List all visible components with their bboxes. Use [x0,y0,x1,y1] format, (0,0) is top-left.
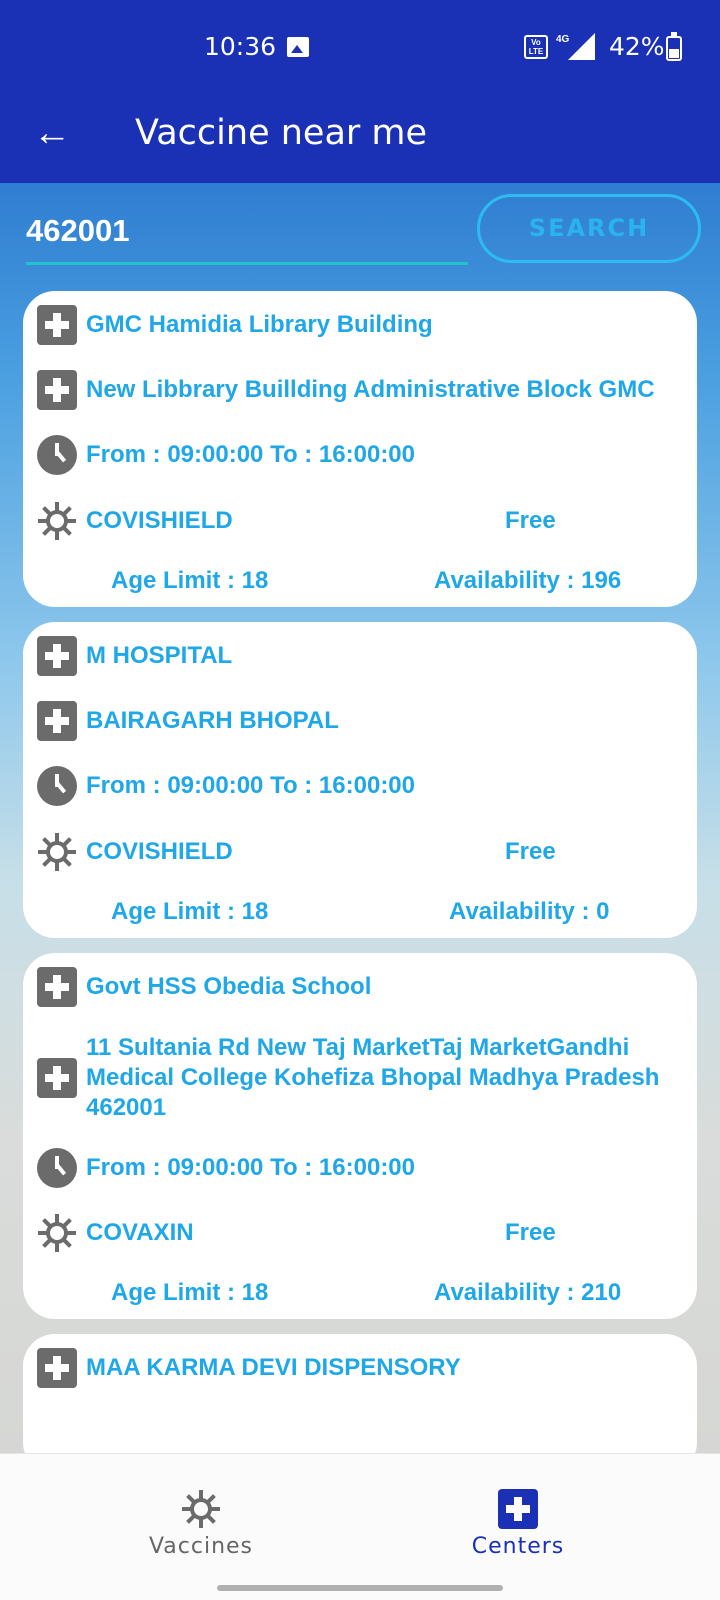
app-bar: ← Vaccine near me [0,95,720,183]
back-arrow-icon[interactable]: ← [30,113,74,157]
nav-vaccines-tab[interactable]: Vaccines [21,1454,381,1574]
availability: Availability : 210 [434,1279,622,1306]
center-card[interactable]: Govt HSS Obedia School 11 Sultania Rd Ne… [23,953,697,1319]
battery-percent: 42% [609,32,665,61]
center-name: M HOSPITAL [86,642,233,669]
virus-icon [37,1213,77,1253]
age-limit: Age Limit : 18 [111,898,269,925]
center-address: BAIRAGARH BHOPAL [86,707,339,734]
battery-icon [666,32,682,61]
center-timing: From : 09:00:00 To : 16:00:00 [86,772,416,799]
center-card[interactable]: M HOSPITAL BAIRAGARH BHOPAL From : 09:00… [23,622,697,938]
status-time: 10:36 [204,32,277,61]
volte-icon: Vo LTE [524,35,548,59]
gallery-notification-icon [287,37,309,57]
fee-type: Free [505,838,556,865]
center-name: GMC Hamidia Library Building [86,311,433,338]
vaccine-name: COVAXIN [86,1219,194,1246]
nav-centers-tab[interactable]: Centers [338,1454,698,1574]
clock-icon [37,766,77,806]
vaccine-name: COVISHIELD [86,838,233,865]
hospital-plus-icon [37,701,77,741]
hospital-plus-icon [37,967,77,1007]
hospital-plus-icon [37,305,77,345]
home-indicator[interactable] [217,1585,503,1591]
center-name: Govt HSS Obedia School [86,973,372,1000]
center-address: New Libbrary Buillding Administrative Bl… [86,376,655,403]
virus-icon [37,832,77,872]
center-address: 11 Sultania Rd New Taj MarketTaj MarketG… [86,1034,660,1121]
age-limit: Age Limit : 18 [111,1279,269,1306]
center-card[interactable]: MAA KARMA DEVI DISPENSORY [23,1334,697,1453]
availability: Availability : 196 [434,567,622,594]
page-title: Vaccine near me [135,113,428,153]
nav-vaccines-label: Vaccines [148,1534,254,1559]
center-timing: From : 09:00:00 To : 16:00:00 [86,1154,416,1181]
hospital-plus-icon [498,1489,538,1529]
hospital-plus-icon [37,636,77,676]
center-timing: From : 09:00:00 To : 16:00:00 [86,441,416,468]
bottom-navigation: Vaccines Centers [0,1453,720,1600]
centers-list[interactable]: 462001 SEARCH GMC Hamidia Library Buildi… [0,183,720,1453]
search-button[interactable]: SEARCH [477,194,701,263]
center-name: MAA KARMA DEVI DISPENSORY [86,1354,461,1381]
signal-icon [568,33,595,60]
fee-type: Free [505,1219,556,1246]
hospital-plus-icon [37,1348,77,1388]
virus-icon [181,1489,221,1529]
hospital-plus-icon [37,370,77,410]
vaccine-name: COVISHIELD [86,507,233,534]
status-bar: 10:36 Vo LTE 4G 42% [0,0,720,95]
pincode-search-input[interactable]: 462001 [26,203,468,265]
clock-icon [37,435,77,475]
availability: Availability : 0 [449,898,610,925]
clock-icon [37,1148,77,1188]
nav-centers-label: Centers [471,1534,565,1559]
age-limit: Age Limit : 18 [111,567,269,594]
fee-type: Free [505,507,556,534]
virus-icon [37,501,77,541]
hospital-plus-icon [37,1058,77,1098]
center-card[interactable]: GMC Hamidia Library Building New Libbrar… [23,291,697,607]
